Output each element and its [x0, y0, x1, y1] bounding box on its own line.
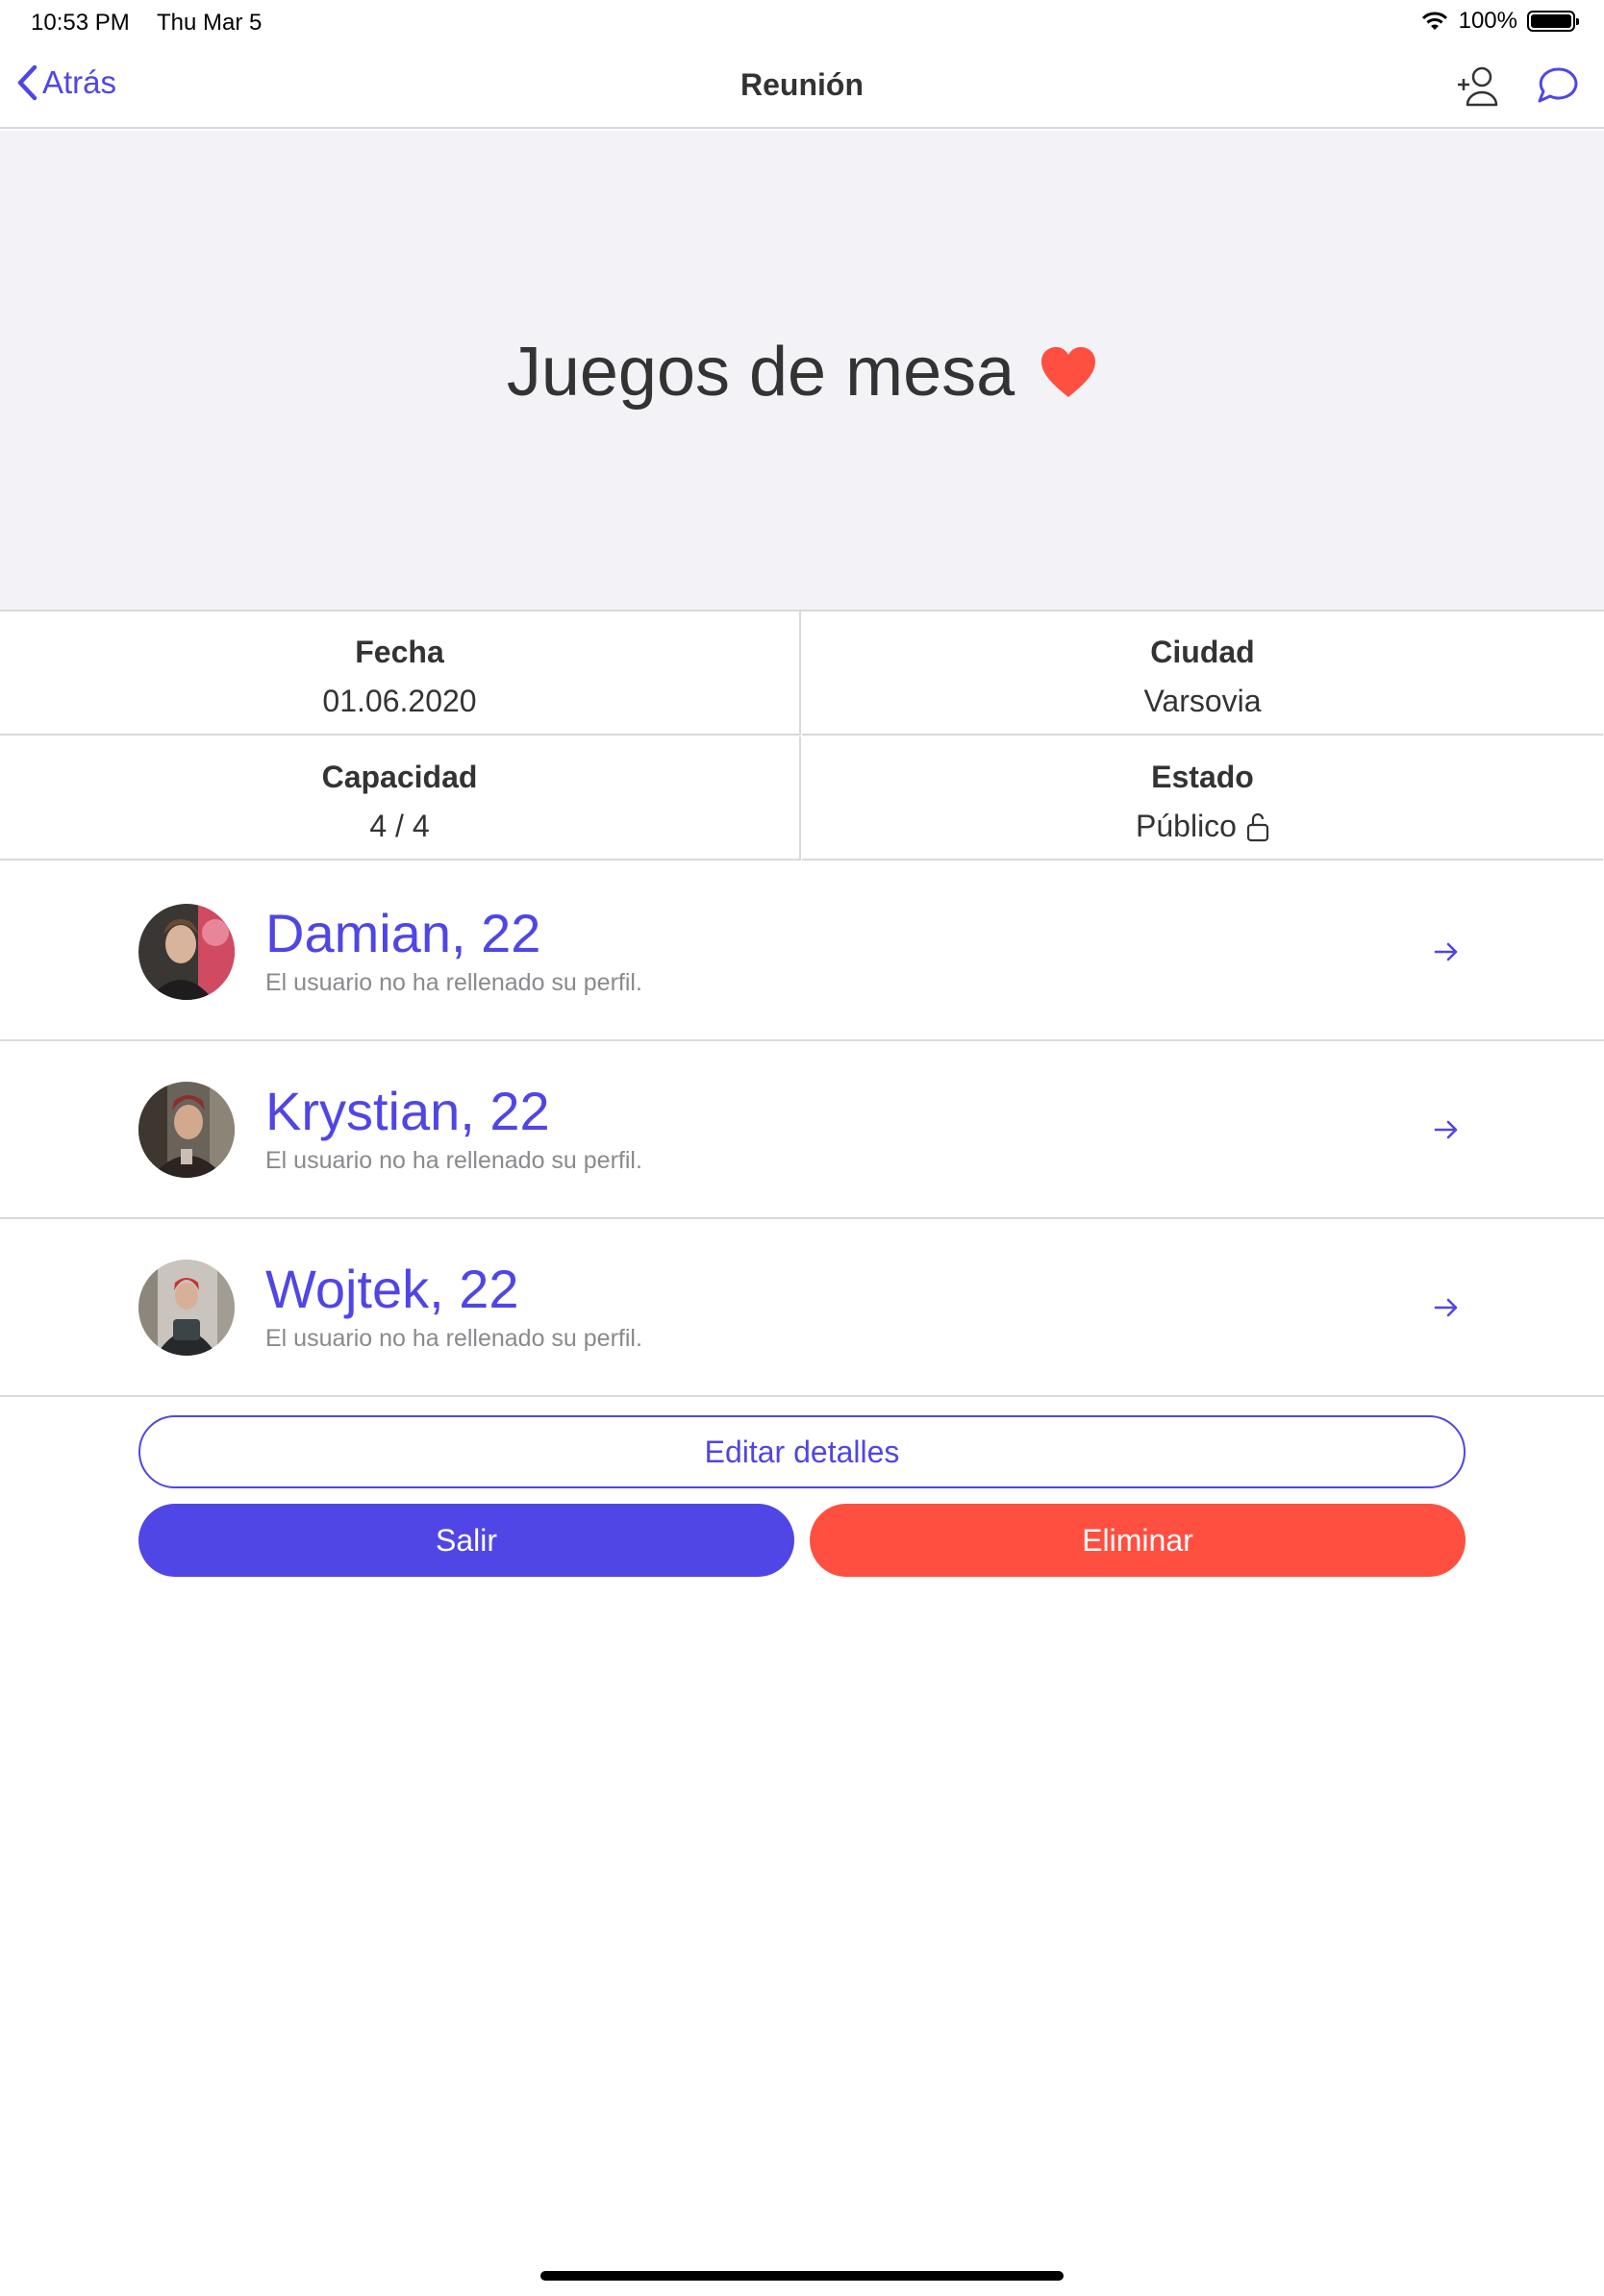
- member-row-damian[interactable]: Damian, 22 El usuario no ha rellenado su…: [0, 863, 1604, 1041]
- heart-icon: [1041, 347, 1096, 397]
- date-label: Fecha: [355, 635, 444, 669]
- status-right: 100%: [1420, 8, 1579, 35]
- delete-button[interactable]: Eliminar: [810, 1504, 1466, 1577]
- meeting-title-wrap: Juegos de mesa: [0, 333, 1604, 412]
- status-bar: 10:53 PM Thu Mar 5 100%: [0, 0, 1604, 44]
- date-value: 01.06.2020: [322, 684, 477, 718]
- member-list: Damian, 22 El usuario no ha rellenado su…: [0, 863, 1604, 1397]
- info-date: Fecha 01.06.2020: [0, 611, 801, 736]
- wifi-icon: [1421, 12, 1447, 30]
- arrow-right-icon: [1434, 942, 1458, 961]
- meeting-title: Juegos de mesa: [506, 334, 1015, 411]
- leave-button[interactable]: Salir: [138, 1504, 794, 1577]
- capacity-value: 4 / 4: [369, 809, 430, 843]
- add-person-button[interactable]: [1454, 62, 1504, 112]
- meeting-info: Fecha 01.06.2020 Ciudad Varsovia Capacid…: [0, 611, 1604, 863]
- city-label: Ciudad: [1150, 635, 1255, 669]
- capacity-label: Capacidad: [321, 760, 478, 794]
- status-date: Thu Mar 5: [157, 10, 263, 36]
- city-value: Varsovia: [1143, 684, 1262, 718]
- meeting-header: Juegos de mesa: [0, 131, 1604, 611]
- arrow-right-icon: [1434, 1120, 1458, 1139]
- status-label: Estado: [1151, 760, 1254, 794]
- info-capacity: Capacidad 4 / 4: [0, 736, 801, 861]
- member-name: Damian, 22: [265, 903, 541, 963]
- avatar: [138, 1082, 235, 1178]
- member-subtitle: El usuario no ha rellenado su perfil.: [265, 1147, 642, 1174]
- chat-button[interactable]: [1533, 62, 1583, 112]
- edit-details-button[interactable]: Editar detalles: [138, 1415, 1466, 1488]
- page-title: Reunión: [740, 67, 864, 102]
- avatar: [138, 1260, 235, 1356]
- member-name: Wojtek, 22: [265, 1259, 519, 1319]
- nav-bar: Atrás Reunión: [0, 44, 1604, 129]
- avatar: [138, 904, 235, 1000]
- status-time: 10:53 PM: [31, 10, 130, 36]
- info-status: Estado Público: [802, 736, 1603, 861]
- member-row-krystian[interactable]: Krystian, 22 El usuario no ha rellenado …: [0, 1041, 1604, 1219]
- battery-percent: 100%: [1458, 8, 1517, 34]
- nav-actions: [1454, 62, 1583, 112]
- chat-icon: [1538, 67, 1578, 103]
- member-row-wojtek[interactable]: Wojtek, 22 El usuario no ha rellenado su…: [0, 1219, 1604, 1397]
- status-value: Público: [1136, 809, 1237, 843]
- member-name: Krystian, 22: [265, 1081, 550, 1141]
- add-person-icon: [1458, 66, 1498, 107]
- home-indicator[interactable]: [540, 2271, 1064, 2281]
- member-subtitle: El usuario no ha rellenado su perfil.: [265, 1325, 642, 1352]
- member-subtitle: El usuario no ha rellenado su perfil.: [265, 969, 642, 996]
- unlock-icon: [1246, 812, 1269, 841]
- arrow-right-icon: [1434, 1298, 1458, 1317]
- battery-icon: [1527, 11, 1579, 32]
- info-city: Ciudad Varsovia: [802, 611, 1603, 736]
